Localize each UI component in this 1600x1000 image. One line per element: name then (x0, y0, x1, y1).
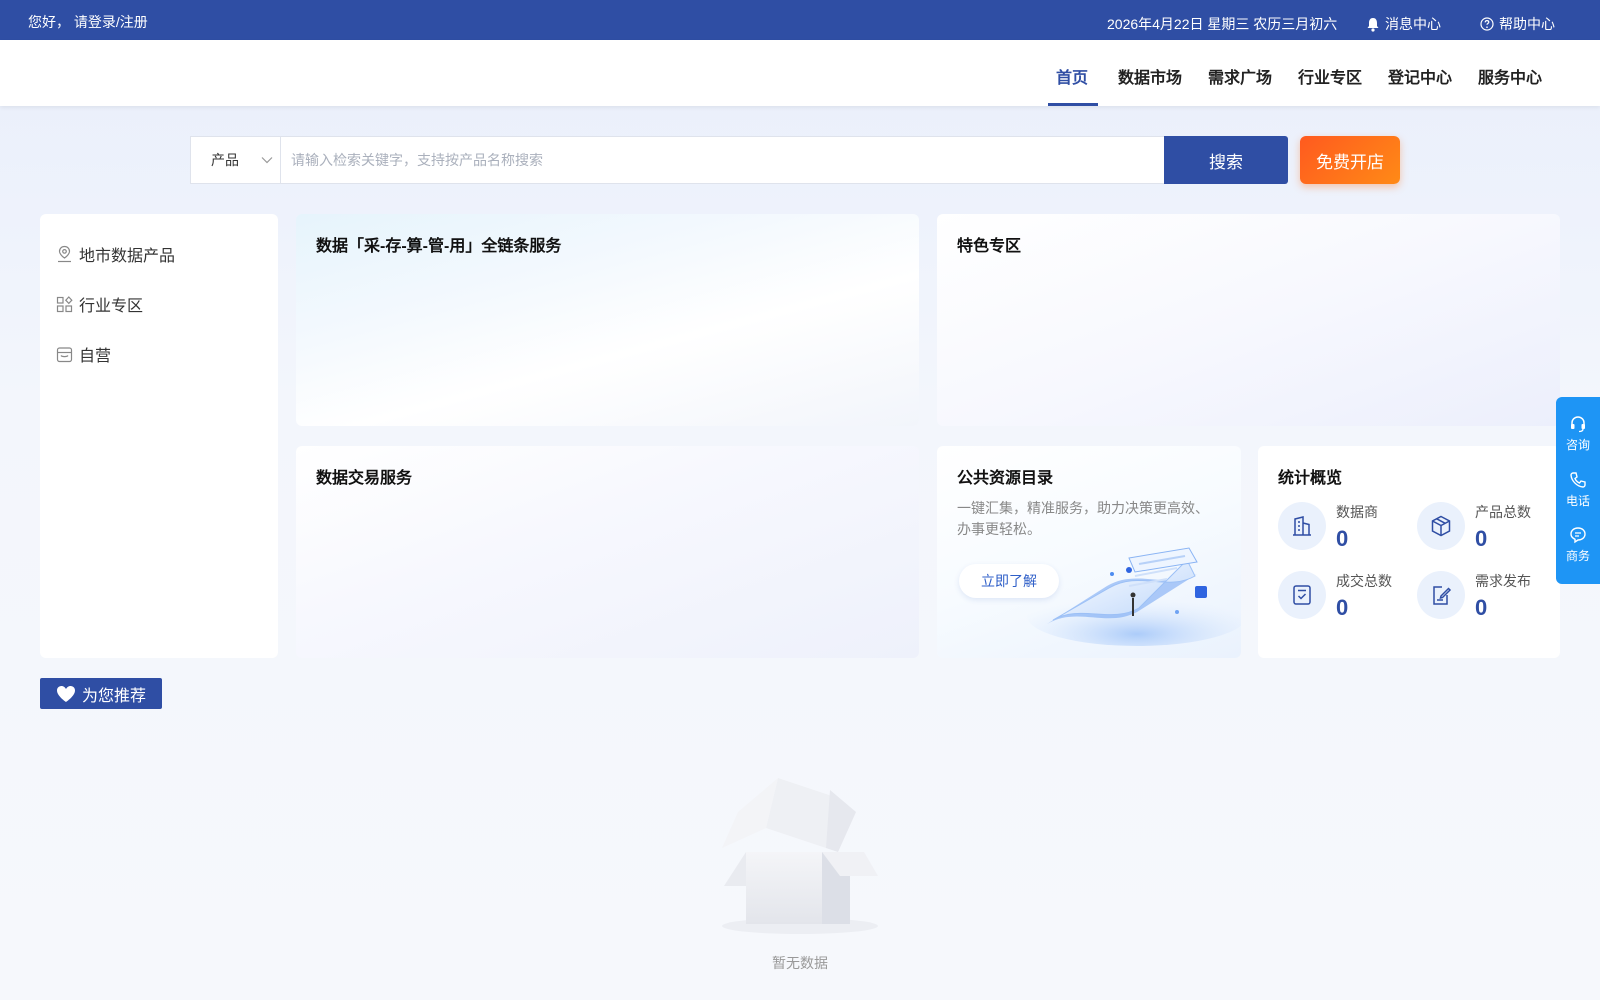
card-title: 数据交易服务 (316, 470, 413, 487)
stat-value: 0 (1336, 526, 1349, 551)
chevron-down-icon (261, 157, 273, 164)
stat-label: 数据商 (1336, 504, 1378, 520)
main-nav: 首页 数据市场 需求广场 行业专区 登记中心 服务中心 (0, 40, 1600, 106)
float-item-label: 商务 (1565, 549, 1590, 563)
stat-total-products: 产品总数 0 (1417, 502, 1531, 552)
empty-state-text: 暂无数据 (772, 955, 828, 971)
free-open-store-button[interactable]: 免费开店 (1300, 136, 1400, 184)
sidebar-item-city-data[interactable]: 地市数据产品 (56, 242, 175, 266)
sidebar-item-label: 行业专区 (79, 298, 144, 315)
sidebar-item-label: 自营 (79, 348, 112, 365)
stat-label: 产品总数 (1475, 504, 1531, 520)
empty-box-illustration (722, 778, 878, 934)
nav-demand-square[interactable]: 需求广场 (1208, 64, 1272, 88)
recommend-label: 为您推荐 (82, 687, 147, 705)
nav-service-center[interactable]: 服务中心 (1478, 64, 1542, 88)
check-doc-icon (1278, 571, 1326, 619)
nav-home[interactable]: 首页 (1056, 64, 1088, 88)
data-trade-service-card[interactable]: 数据交易服务 (296, 446, 919, 658)
card-title: 公共资源目录 (957, 470, 1054, 487)
statistics-overview-card: 统计概览 数据商 0 产品总数 0 成交总数 0 需求发布 0 (1258, 446, 1560, 658)
fullchain-service-card[interactable]: 数据「采-存-算-管-用」全链条服务 (296, 214, 919, 426)
location-icon (58, 245, 71, 263)
stat-value: 0 (1475, 595, 1488, 620)
search-bar: 产品 (190, 136, 1174, 184)
search-type-label: 产品 (211, 152, 239, 168)
chat-icon (1570, 527, 1586, 544)
login-register-link[interactable]: 您好， 请登录/注册 (28, 12, 148, 32)
question-circle-icon (1480, 17, 1494, 31)
building-icon (1278, 502, 1326, 550)
nav-data-market[interactable]: 数据市场 (1118, 64, 1182, 88)
stat-demand-posted: 需求发布 0 (1417, 571, 1531, 621)
message-center-link[interactable]: 消息中心 (1366, 14, 1441, 34)
nav-industry-zone[interactable]: 行业专区 (1298, 64, 1362, 88)
sidebar-item-label: 地市数据产品 (79, 248, 176, 265)
card-title: 统计概览 (1278, 470, 1343, 487)
float-phone-button[interactable]: 电话 (1556, 471, 1600, 509)
headset-icon (1571, 416, 1585, 433)
message-center-label: 消息中心 (1385, 16, 1441, 32)
store-icon (56, 346, 73, 362)
cube-icon (1417, 502, 1465, 550)
grid-icon (56, 295, 73, 312)
float-item-label: 电话 (1565, 494, 1590, 508)
learn-more-button[interactable]: 立即了解 (959, 564, 1059, 598)
phone-icon (1570, 472, 1586, 488)
stat-label: 成交总数 (1336, 573, 1392, 589)
category-sidebar: 地市数据产品 行业专区 自营 (40, 214, 278, 658)
stat-value: 0 (1475, 526, 1488, 551)
stat-label: 需求发布 (1475, 573, 1531, 589)
card-title: 特色专区 (957, 238, 1022, 255)
sidebar-item-industry-zone[interactable]: 行业专区 (56, 292, 143, 316)
search-type-select[interactable]: 产品 (191, 137, 281, 183)
float-business-button[interactable]: 商务 (1556, 526, 1600, 564)
stat-value: 0 (1336, 595, 1349, 620)
card-title: 数据「采-存-算-管-用」全链条服务 (316, 238, 562, 255)
recommend-section-badge: 为您推荐 (40, 678, 162, 709)
stat-data-providers: 数据商 0 (1278, 502, 1378, 552)
float-item-label: 咨询 (1565, 438, 1590, 452)
nav-active-indicator (1048, 103, 1098, 106)
heart-icon (57, 685, 75, 702)
nav-registration-center[interactable]: 登记中心 (1388, 64, 1452, 88)
date-display: 2026年4月22日 星期三 农历三月初六 (1107, 16, 1338, 32)
public-resource-catalog-card: 公共资源目录 一键汇集，精准服务，助力决策更高效、办事更轻松。 立即了解 (937, 446, 1241, 658)
help-center-link[interactable]: 帮助中心 (1480, 14, 1555, 34)
search-button[interactable]: 搜索 (1164, 136, 1288, 184)
help-center-label: 帮助中心 (1499, 16, 1555, 32)
stat-total-deals: 成交总数 0 (1278, 571, 1392, 621)
sidebar-item-self-operated[interactable]: 自营 (56, 342, 111, 366)
catalog-description: 一键汇集，精准服务，助力决策更高效、办事更轻松。 (957, 500, 1209, 537)
bell-icon (1367, 17, 1379, 32)
floating-contact-bar: 咨询 电话 商务 (1556, 397, 1600, 584)
float-consult-button[interactable]: 咨询 (1556, 415, 1600, 453)
edit-doc-icon (1417, 571, 1465, 619)
search-input[interactable] (281, 137, 1173, 183)
featured-zone-card[interactable]: 特色专区 (937, 214, 1560, 426)
top-bar: 您好， 请登录/注册 2026年4月22日 星期三 农历三月初六 消息中心 帮助… (0, 0, 1600, 40)
